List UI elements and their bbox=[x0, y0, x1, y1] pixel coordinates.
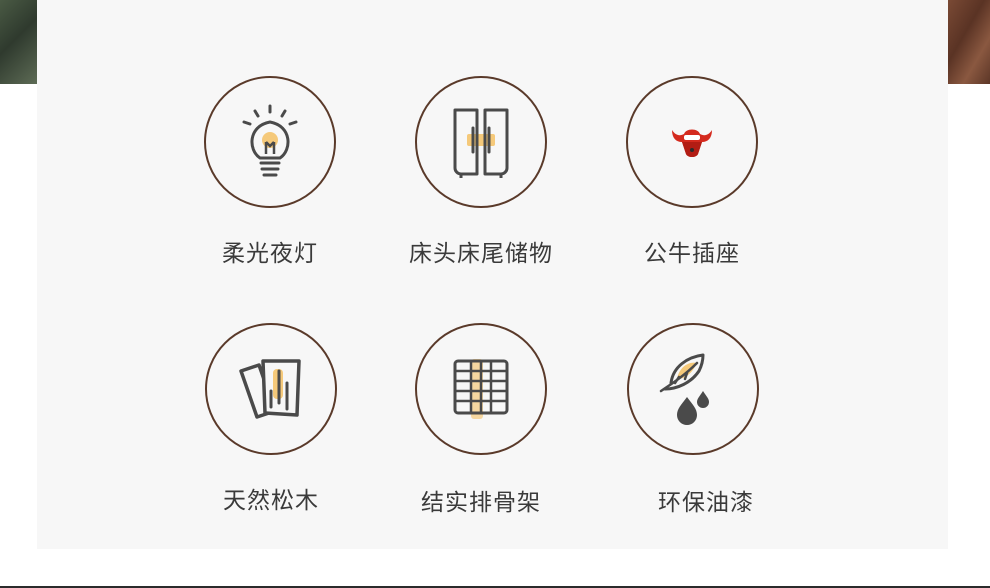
feature-label-socket: 公牛插座 bbox=[644, 241, 740, 267]
feature-circle-socket bbox=[626, 76, 758, 208]
feature-label-pine-wood: 天然松木 bbox=[223, 488, 319, 514]
bull-socket-icon bbox=[672, 129, 712, 157]
feature-circle-slat-frame bbox=[415, 323, 547, 455]
feature-label-eco-paint: 环保油漆 bbox=[658, 490, 754, 516]
features-panel: 柔光夜灯 床头床尾储物 公牛插座 天然松木 结实排骨架 环保油漆 bbox=[37, 0, 948, 549]
feature-circle-pine-wood bbox=[205, 323, 337, 455]
slat-frame-icon bbox=[453, 359, 509, 419]
background-photo-left bbox=[0, 0, 37, 84]
feature-circle-storage bbox=[415, 76, 547, 208]
feature-label-storage: 床头床尾储物 bbox=[409, 241, 553, 267]
background-photo-right bbox=[948, 0, 990, 84]
feature-circle-eco-paint bbox=[627, 323, 759, 455]
wood-planks-icon bbox=[239, 359, 301, 419]
feature-circle-night-light bbox=[204, 76, 336, 208]
feature-label-slat-frame: 结实排骨架 bbox=[421, 490, 541, 516]
cabinet-doors-icon bbox=[453, 108, 509, 178]
feature-label-night-light: 柔光夜灯 bbox=[222, 241, 318, 267]
leaf-paint-icon bbox=[659, 353, 709, 425]
lightbulb-icon bbox=[242, 104, 298, 177]
